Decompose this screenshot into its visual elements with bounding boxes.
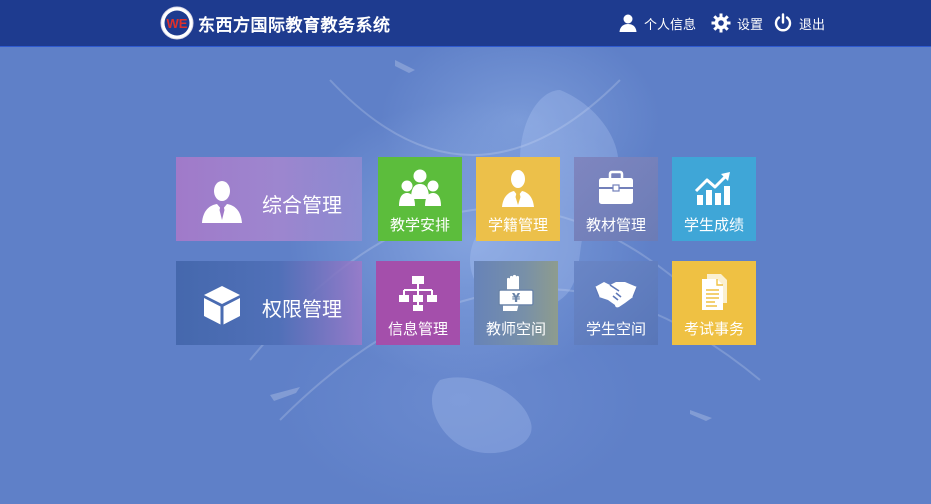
svg-text:¥: ¥ bbox=[512, 291, 521, 305]
tile-label: 学籍管理 bbox=[487, 216, 548, 234]
logout-label: 退出 bbox=[799, 17, 826, 33]
tile-label: 信息管理 bbox=[387, 320, 448, 338]
growth-chart-icon bbox=[694, 172, 730, 205]
tile-information-management[interactable]: 信息管理 bbox=[376, 261, 460, 345]
briefcase-icon bbox=[599, 170, 633, 204]
user-icon bbox=[619, 14, 637, 32]
tile-label: 教学安排 bbox=[389, 216, 450, 234]
tile-label: 学生成绩 bbox=[683, 216, 744, 234]
handshake-icon bbox=[595, 282, 637, 308]
tile-teacher-space[interactable]: ¥ 教师空间 bbox=[474, 261, 558, 345]
tile-general-management[interactable]: 综合管理 bbox=[176, 157, 362, 241]
gear-icon bbox=[711, 13, 731, 33]
profile-link[interactable]: 个人信息 bbox=[618, 12, 696, 34]
top-bar: WE 东西方国际教育教务系统 个人信息 设置 退出 bbox=[0, 0, 931, 47]
tile-exam-affairs[interactable]: 考试事务 bbox=[672, 261, 756, 345]
tile-student-space[interactable]: 学生空间 bbox=[574, 261, 658, 345]
power-icon bbox=[774, 13, 792, 32]
tile-label: 教师空间 bbox=[485, 320, 546, 338]
settings-link[interactable]: 设置 bbox=[711, 12, 763, 34]
person-tie-icon bbox=[202, 181, 242, 223]
org-chart-icon bbox=[399, 276, 437, 311]
tile-student-records[interactable]: 学籍管理 bbox=[476, 157, 560, 241]
tile-textbook-management[interactable]: 教材管理 bbox=[574, 157, 658, 241]
tile-student-grades[interactable]: 学生成绩 bbox=[672, 157, 756, 241]
background-map bbox=[0, 0, 931, 504]
app-title: 东西方国际教育教务系统 bbox=[198, 16, 391, 36]
settings-label: 设置 bbox=[737, 17, 764, 33]
logout-link[interactable]: 退出 bbox=[773, 12, 825, 34]
tile-label: 教材管理 bbox=[585, 216, 646, 234]
tile-label: 综合管理 bbox=[262, 193, 342, 217]
profile-label: 个人信息 bbox=[644, 17, 697, 33]
tile-teaching-schedule[interactable]: 教学安排 bbox=[378, 157, 462, 241]
tile-label: 考试事务 bbox=[683, 320, 744, 338]
school-logo: WE bbox=[160, 6, 194, 40]
cube-icon bbox=[204, 286, 240, 325]
document-icon bbox=[702, 274, 727, 310]
tile-label: 权限管理 bbox=[262, 297, 342, 321]
student-icon bbox=[502, 170, 534, 207]
tile-permission-management[interactable]: 权限管理 bbox=[176, 261, 362, 345]
hand-money-icon: ¥ bbox=[498, 274, 534, 311]
group-icon bbox=[399, 169, 441, 206]
svg-text:WE: WE bbox=[167, 16, 188, 31]
tile-label: 学生空间 bbox=[585, 320, 646, 338]
